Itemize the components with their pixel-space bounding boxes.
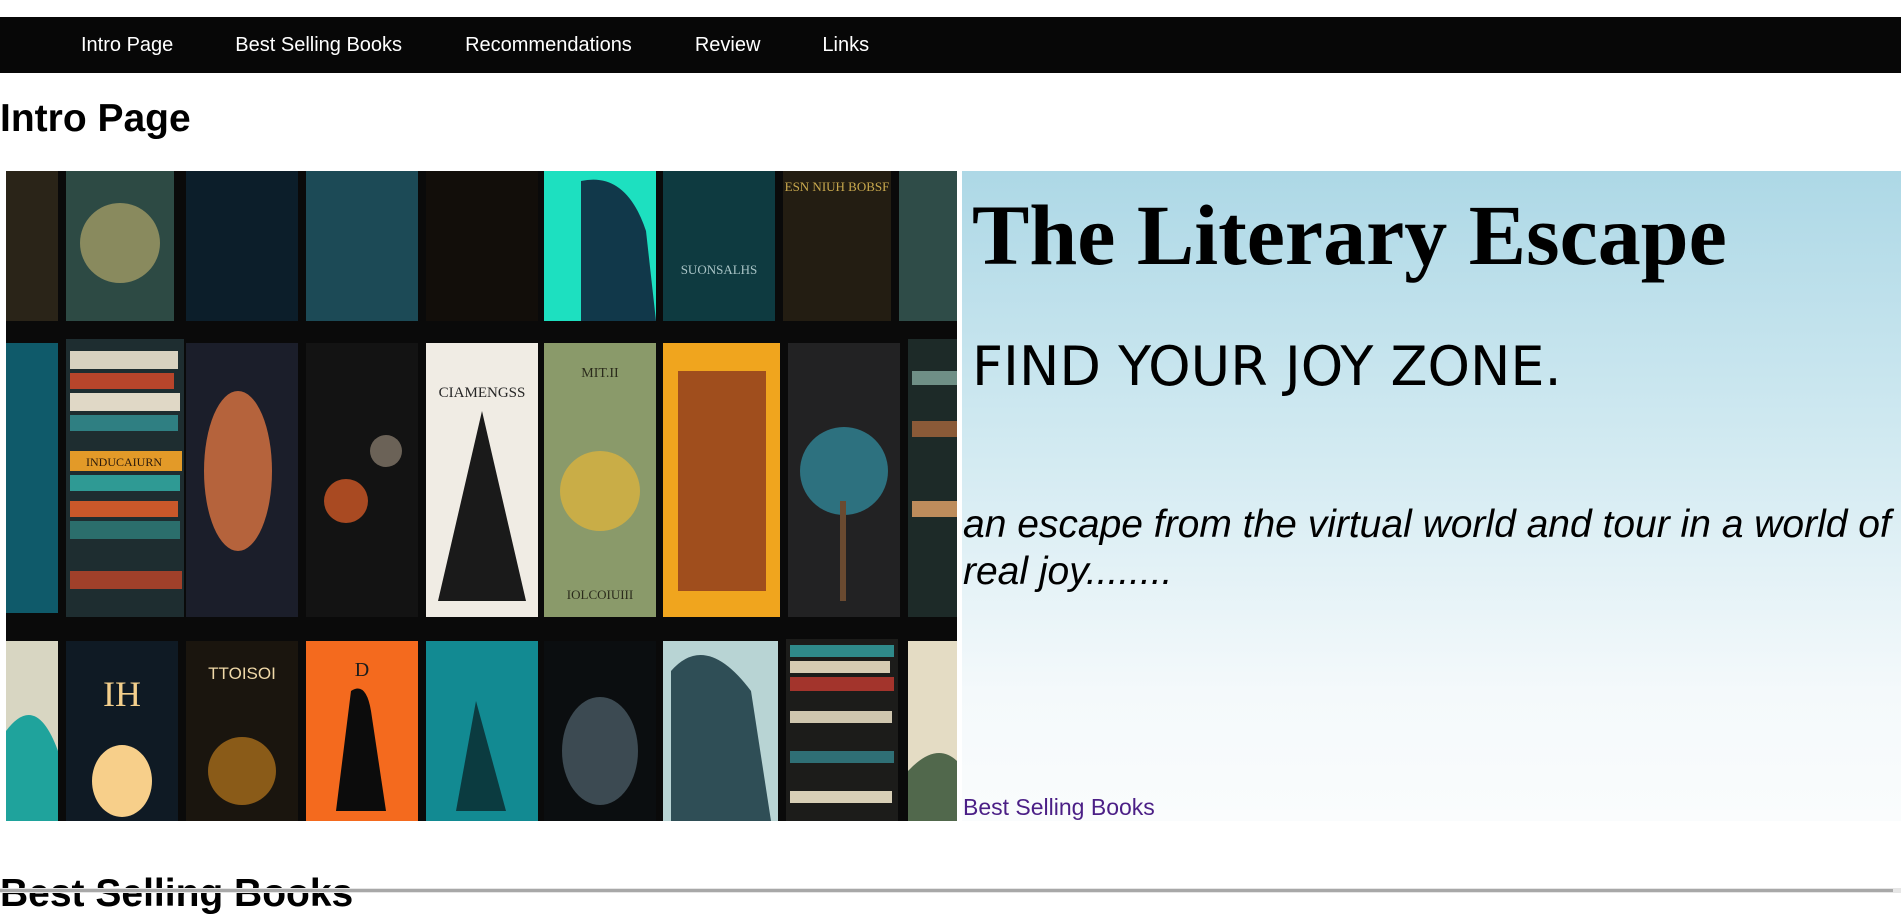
nav-link-intro-page[interactable]: Intro Page (81, 34, 173, 57)
horizontal-scrollbar[interactable] (0, 888, 1901, 893)
collage-text-9: MIT.II (581, 366, 619, 381)
book-collage-image: SUONSALHS ESN NIUH BOBSF INDUCAIURN CIAM… (6, 171, 957, 821)
hero-subtitle: an escape from the virtual world and tou… (963, 503, 1891, 593)
scrollbar-thumb[interactable] (0, 889, 1893, 892)
collage-text-2: ESN NIUH BOBSF (785, 179, 890, 194)
hero-panel: The Literary Escape FIND YOUR JOY ZONE. … (962, 171, 1901, 821)
collage-text-3: INDUCAIURN (86, 455, 162, 469)
top-navbar: Intro Page Best Selling Books Recommenda… (0, 17, 1901, 73)
collage-text-1: SUONSALHS (681, 262, 758, 277)
collage-text-4: CIAMENGSS (439, 385, 526, 401)
collage-text-5: IOLCOIUIII (567, 587, 633, 602)
brand-title: The Literary Escape (972, 187, 1727, 283)
collage-text-7: D (355, 659, 369, 681)
best-selling-books-link[interactable]: Best Selling Books (963, 794, 1155, 821)
nav-link-links[interactable]: Links (822, 34, 869, 57)
collage-text-6: TTOISOI (208, 664, 276, 683)
nav-link-review[interactable]: Review (695, 34, 761, 57)
tagline: FIND YOUR JOY ZONE. (972, 335, 1562, 398)
collage-text-8: IH (103, 674, 141, 714)
page-title: Intro Page (0, 97, 191, 140)
nav-link-recommendations[interactable]: Recommendations (465, 34, 632, 57)
nav-link-best-selling-books[interactable]: Best Selling Books (235, 34, 402, 57)
section-heading-best-selling-books: Best Selling Books (0, 872, 354, 915)
